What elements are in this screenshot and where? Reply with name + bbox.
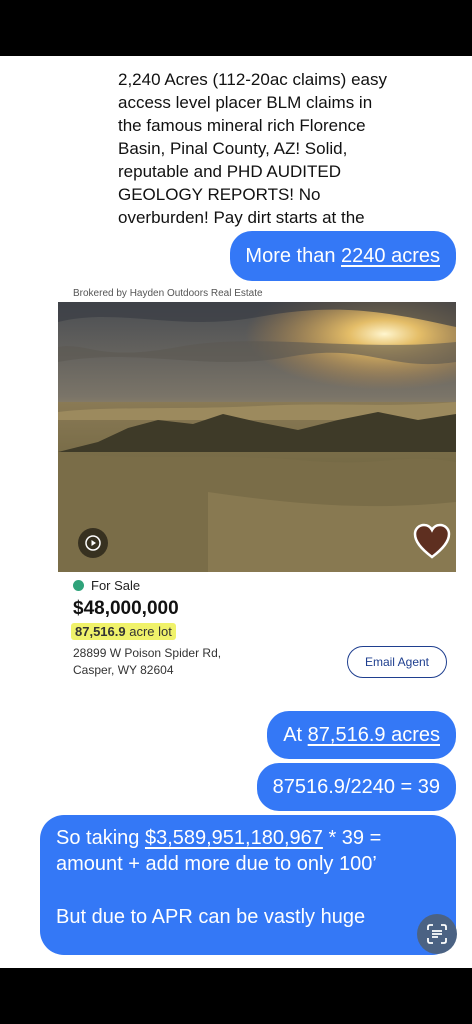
- lot-size-unit: acre lot: [125, 624, 172, 639]
- address-line-1: 28899 W Poison Spider Rd,: [73, 646, 222, 660]
- bubble-text: At: [283, 724, 308, 746]
- calc-text: * 39 =: [322, 827, 382, 849]
- outgoing-bubble-calculation[interactable]: So taking $3,589,951,180,967 * 39 = amou…: [40, 815, 456, 955]
- bottom-black-bar: [0, 968, 472, 1024]
- email-agent-button[interactable]: Email Agent: [347, 646, 447, 678]
- calc-line-2: amount + add more due to only 100’: [56, 853, 377, 875]
- status-dot: [73, 580, 84, 591]
- address-line-2: Casper, WY 82604: [73, 663, 174, 677]
- live-text-scan-icon: [427, 924, 447, 944]
- outgoing-bubble-division[interactable]: 87516.9/2240 = 39: [256, 763, 456, 811]
- broker-label: Brokered by Hayden Outdoors Real Estate: [73, 288, 263, 299]
- outgoing-bubble-acres[interactable]: At 87,516.9 acres: [267, 711, 456, 759]
- listing-photo[interactable]: [58, 302, 456, 572]
- lot-size-value: 87,516.9: [75, 624, 126, 639]
- incoming-line: overburden! Pay dirt starts at the: [118, 208, 365, 227]
- incoming-line: reputable and PHD AUDITED: [118, 162, 341, 181]
- conversation-screen: 2,240 Acres (112-20ac claims) easy acces…: [0, 56, 472, 968]
- incoming-message-text: 2,240 Acres (112-20ac claims) easy acces…: [118, 68, 408, 229]
- top-black-bar: [0, 0, 472, 56]
- listing-status: For Sale: [73, 578, 140, 593]
- outgoing-bubble-more-than[interactable]: More than 2240 acres: [230, 231, 456, 281]
- acres-link[interactable]: 2240 acres: [341, 245, 440, 267]
- play-icon: [85, 535, 101, 551]
- calc-text: So taking: [56, 827, 145, 849]
- incoming-line: GEOLOGY REPORTS! No: [118, 185, 321, 204]
- status-label: For Sale: [91, 578, 141, 593]
- incoming-line: the famous mineral rich Florence: [118, 116, 366, 135]
- incoming-line: access level placer BLM claims in: [118, 93, 373, 112]
- heart-icon: [413, 523, 451, 559]
- live-text-scan-button[interactable]: [417, 914, 457, 954]
- amount-link[interactable]: $3,589,951,180,967: [145, 827, 323, 849]
- listing-price: $48,000,000: [73, 598, 179, 619]
- acres-link[interactable]: 87,516.9 acres: [308, 724, 440, 746]
- favorite-button[interactable]: [412, 522, 452, 562]
- bubble-text: More than: [245, 245, 342, 267]
- play-video-button[interactable]: [78, 528, 108, 558]
- incoming-line: 2,240 Acres (112-20ac claims) easy: [118, 70, 387, 89]
- incoming-line: Basin, Pinal County, AZ! Solid,: [118, 139, 348, 158]
- calc-line-1: So taking $3,589,951,180,967 * 39 =: [56, 825, 440, 851]
- lot-size-highlighted: 87,516.9 acre lot: [71, 623, 176, 640]
- landscape-image: [58, 302, 456, 572]
- calc-line-3: But due to APR can be vastly huge: [56, 906, 366, 928]
